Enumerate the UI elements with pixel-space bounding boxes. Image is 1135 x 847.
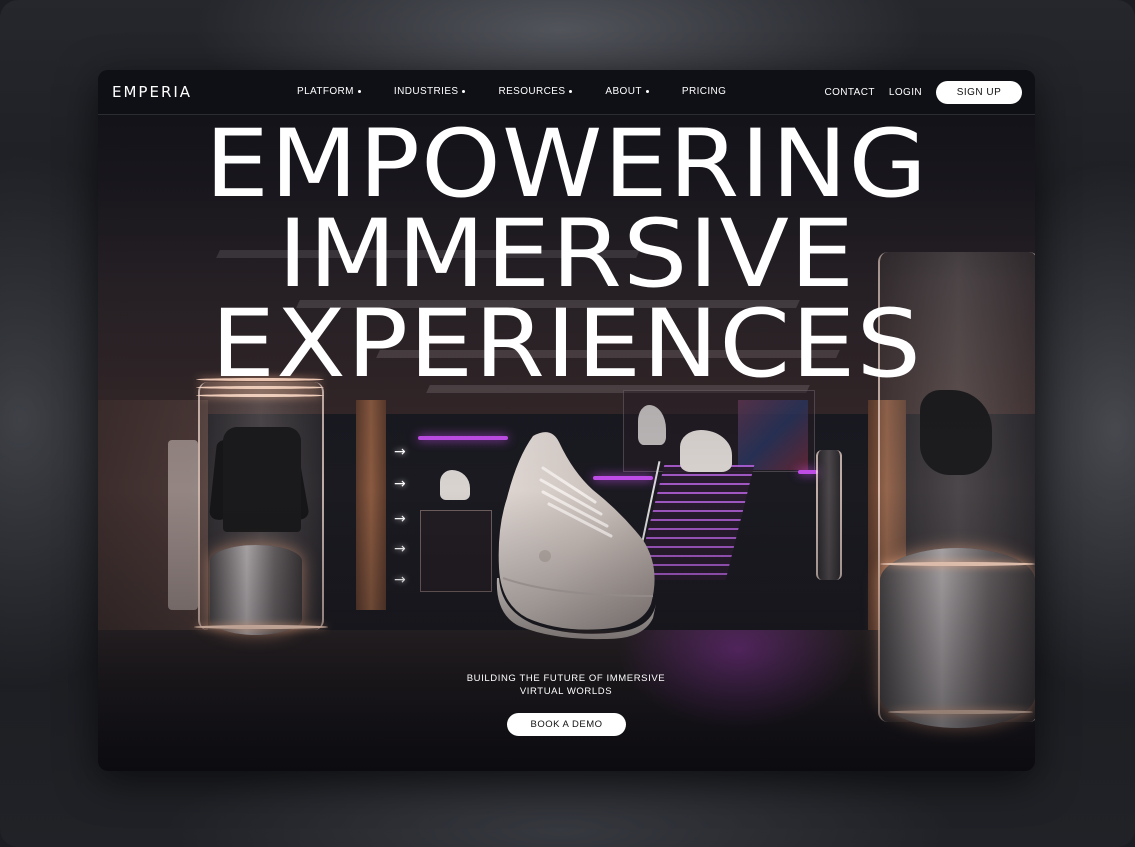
nav-item-industries[interactable]: INDUSTRIES xyxy=(394,86,466,97)
nav-actions: CONTACT LOGIN SIGN UP xyxy=(824,81,1022,104)
book-demo-button[interactable]: BOOK A DEMO xyxy=(507,713,626,736)
dropdown-dot-icon xyxy=(569,90,573,93)
subtitle-line: BUILDING THE FUTURE OF IMMERSIVE xyxy=(466,673,666,684)
login-link[interactable]: LOGIN xyxy=(889,87,922,98)
nav-item-label: PRICING xyxy=(681,86,727,97)
nav-links: PLATFORM INDUSTRIES RESOURCES ABOUT PRIC… xyxy=(297,86,759,97)
brand-logo[interactable]: EMPERIA xyxy=(112,83,192,101)
dropdown-dot-icon xyxy=(462,90,466,93)
nav-item-label: PLATFORM xyxy=(297,86,354,97)
nav-item-platform[interactable]: PLATFORM xyxy=(297,86,361,97)
headline-line: IMMERSIVE xyxy=(277,200,856,309)
top-navigation: EMPERIA PLATFORM INDUSTRIES RESOURCES AB… xyxy=(98,70,1035,115)
nav-item-label: ABOUT xyxy=(605,86,642,97)
headline-line: EXPERIENCES xyxy=(211,290,922,399)
nav-item-pricing[interactable]: PRICING xyxy=(682,86,726,97)
subtitle-line: VIRTUAL WORLDS xyxy=(519,686,613,697)
nav-item-label: INDUSTRIES xyxy=(393,86,459,97)
nav-item-label: RESOURCES xyxy=(498,86,566,97)
website-card: → → → → → xyxy=(98,70,1035,771)
hero-headline: EMPOWERING IMMERSIVE EXPERIENCES xyxy=(98,110,1035,399)
headline-line: EMPOWERING xyxy=(204,110,929,219)
sign-up-button[interactable]: SIGN UP xyxy=(936,81,1022,104)
dropdown-dot-icon xyxy=(645,90,649,93)
contact-link[interactable]: CONTACT xyxy=(824,87,874,98)
nav-item-resources[interactable]: RESOURCES xyxy=(498,86,573,97)
hero-subtitle: BUILDING THE FUTURE OF IMMERSIVE VIRTUAL… xyxy=(416,672,716,698)
nav-item-about[interactable]: ABOUT xyxy=(605,86,649,97)
dropdown-dot-icon xyxy=(357,90,361,93)
